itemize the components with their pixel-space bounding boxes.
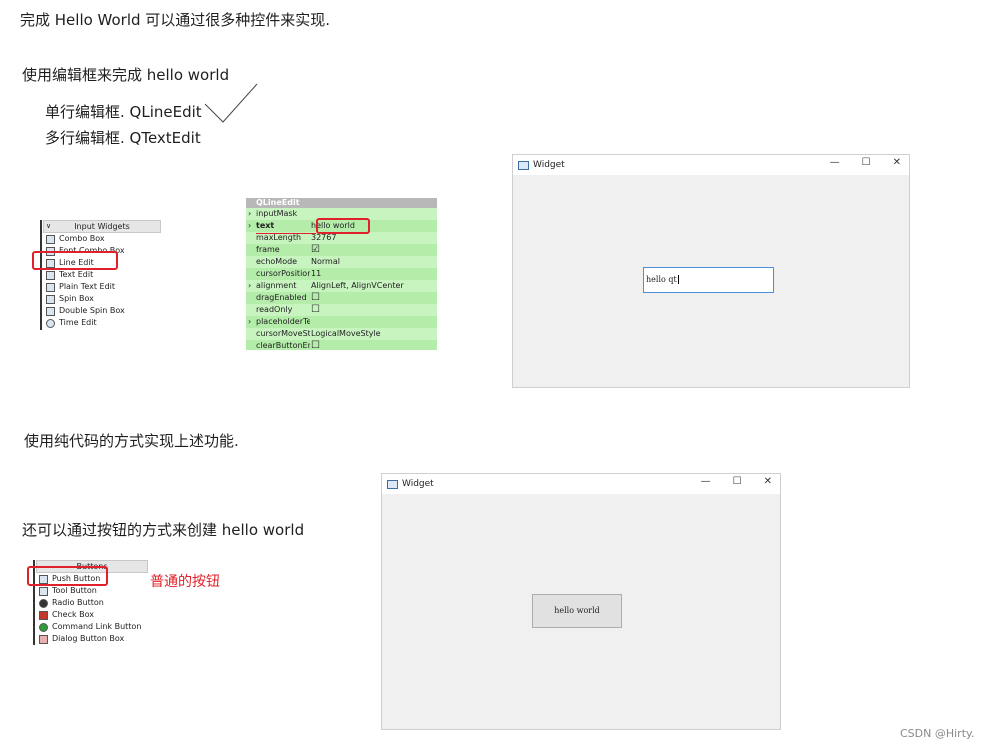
property-value[interactable]: 11 bbox=[310, 268, 437, 280]
close-icon[interactable]: ✕ bbox=[764, 476, 772, 487]
hello-world-button[interactable]: hello world bbox=[532, 594, 622, 628]
widget-window-1: Widget — ☐ ✕ hello qt bbox=[512, 154, 910, 388]
widget-item-double-spin-box[interactable]: Double Spin Box bbox=[43, 305, 161, 317]
property-row[interactable]: cursorPosition 11 bbox=[246, 268, 437, 280]
widget-item-radio-button[interactable]: Radio Button bbox=[36, 597, 148, 609]
expand-arrow-icon[interactable]: › bbox=[248, 220, 251, 232]
widget-item-command-link-button[interactable]: Command Link Button bbox=[36, 621, 148, 633]
window-1-title: Widget bbox=[533, 160, 565, 170]
radio-icon bbox=[39, 598, 48, 608]
maximize-icon[interactable]: ☐ bbox=[733, 476, 742, 487]
double-spin-box-icon bbox=[46, 306, 55, 316]
property-row[interactable]: ›placeholderText bbox=[246, 316, 437, 328]
hello-line-edit[interactable]: hello qt bbox=[643, 267, 774, 293]
intro-text: 完成 Hello World 可以通过很多种控件来实现. bbox=[20, 11, 331, 29]
property-value[interactable]: ☐ bbox=[310, 340, 437, 350]
property-row[interactable]: echoMode Normal bbox=[246, 256, 437, 268]
widget-item-combo-box[interactable]: Combo Box bbox=[43, 233, 161, 245]
qtextedit-text: 多行编辑框. QTextEdit bbox=[45, 129, 201, 147]
input-widgets-panel: ∨ Input Widgets Combo Box Font Combo Box … bbox=[40, 220, 161, 330]
tool-button-icon bbox=[39, 586, 48, 596]
window-1-titlebar: Widget — ☐ ✕ bbox=[513, 155, 909, 175]
maximize-icon[interactable]: ☐ bbox=[862, 157, 871, 168]
widget-item-text-edit[interactable]: Text Edit bbox=[43, 269, 161, 281]
window-icon bbox=[387, 479, 398, 489]
widget-item-time-edit[interactable]: Time Edit bbox=[43, 317, 161, 329]
text-edit-icon bbox=[46, 270, 55, 280]
property-key: dragEnabled bbox=[256, 293, 307, 302]
property-row[interactable]: › alignment AlignLeft, AlignVCenter bbox=[246, 280, 437, 292]
minimize-icon[interactable]: — bbox=[701, 476, 711, 487]
arrow-circle-icon bbox=[39, 622, 48, 632]
property-value[interactable]: ☐ bbox=[310, 304, 437, 316]
property-key: echoMode bbox=[256, 257, 298, 266]
property-row[interactable]: readOnly ☐ bbox=[246, 304, 437, 316]
property-key: › inputMask bbox=[248, 208, 298, 220]
window-icon bbox=[518, 160, 529, 170]
widget-item-tool-button[interactable]: Tool Button bbox=[36, 585, 148, 597]
highlight-line-edit bbox=[32, 251, 118, 270]
property-value[interactable]: Normal bbox=[310, 256, 437, 268]
spin-box-icon bbox=[46, 294, 55, 304]
widget-window-2: Widget — ☐ ✕ hello world bbox=[381, 473, 781, 730]
widget-item-dialog-button-box[interactable]: Dialog Button Box bbox=[36, 633, 148, 645]
property-row[interactable]: cursorMoveStyleLogicalMoveStyle bbox=[246, 328, 437, 340]
widget-item-check-box[interactable]: Check Box bbox=[36, 609, 148, 621]
button-heading: 还可以通过按钮的方式来创建 hello world bbox=[22, 521, 305, 539]
highlight-text-value bbox=[316, 218, 370, 234]
expand-arrow-icon[interactable]: › bbox=[248, 316, 251, 328]
property-value[interactable]: LogicalMoveStyle bbox=[310, 328, 437, 340]
property-value[interactable]: ☐ bbox=[310, 292, 437, 304]
input-widgets-header: ∨ Input Widgets bbox=[43, 220, 161, 233]
property-row[interactable]: clearButtonEna...☐ bbox=[246, 340, 437, 350]
watermark: CSDN @Hirty. bbox=[900, 727, 975, 740]
button-note: 普通的按钮 bbox=[150, 574, 220, 590]
qlineedit-text: 单行编辑框. QLineEdit bbox=[45, 103, 202, 121]
property-key: frame bbox=[256, 245, 280, 254]
clock-icon bbox=[46, 318, 55, 328]
pure-code-text: 使用纯代码的方式实现上述功能. bbox=[24, 432, 239, 450]
property-value[interactable]: AlignLeft, AlignVCenter bbox=[310, 280, 437, 292]
plain-text-edit-icon bbox=[46, 282, 55, 292]
text-underline bbox=[256, 233, 316, 234]
window-2-titlebar: Widget — ☐ ✕ bbox=[382, 474, 780, 494]
widget-item-plain-text-edit[interactable]: Plain Text Edit bbox=[43, 281, 161, 293]
property-value[interactable] bbox=[310, 316, 437, 328]
dialog-box-icon bbox=[39, 634, 48, 644]
edit-heading: 使用编辑框来完成 hello world bbox=[22, 66, 230, 84]
widget-item-spin-box[interactable]: Spin Box bbox=[43, 293, 161, 305]
expand-arrow-icon[interactable]: › bbox=[248, 280, 251, 292]
property-value[interactable]: ☑ bbox=[310, 244, 437, 256]
property-key: readOnly bbox=[256, 305, 293, 314]
checkbox-icon bbox=[39, 610, 48, 620]
property-header: QLineEdit bbox=[246, 198, 437, 208]
property-key: cursorMoveStyle bbox=[256, 329, 310, 338]
combo-box-icon bbox=[46, 234, 55, 244]
highlight-push-button bbox=[27, 566, 108, 586]
property-key: ›placeholderText bbox=[248, 316, 310, 328]
property-key: clearButtonEna... bbox=[256, 341, 310, 350]
minimize-icon[interactable]: — bbox=[830, 157, 840, 168]
property-row[interactable]: frame ☑ bbox=[246, 244, 437, 256]
window-2-title: Widget bbox=[402, 479, 434, 489]
property-row[interactable]: dragEnabled ☐ bbox=[246, 292, 437, 304]
property-key: cursorPosition bbox=[256, 269, 310, 278]
close-icon[interactable]: ✕ bbox=[893, 157, 901, 168]
expand-arrow-icon[interactable]: › bbox=[248, 208, 251, 220]
property-key: › alignment bbox=[248, 280, 297, 292]
checkmark-icon bbox=[204, 83, 258, 123]
property-key: › text bbox=[248, 220, 275, 232]
